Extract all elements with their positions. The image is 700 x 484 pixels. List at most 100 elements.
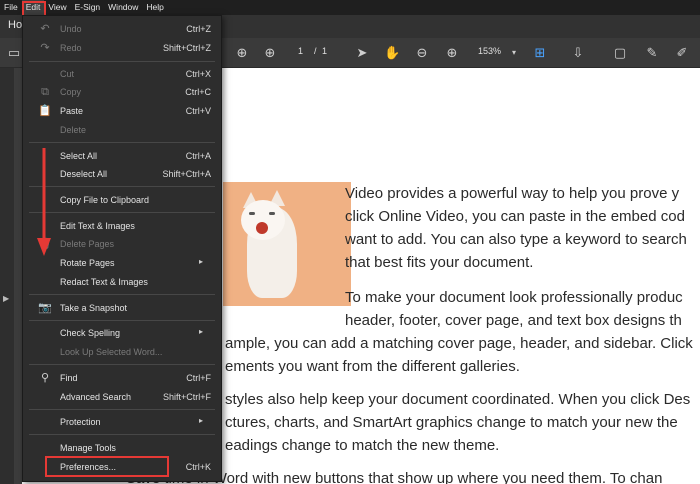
undo-label: Undo	[60, 24, 82, 34]
menu-item-lookup[interactable]: Look Up Selected Word...	[23, 343, 221, 361]
menu-item-snapshot[interactable]: 📷 Take a Snapshot	[23, 299, 221, 317]
draw-icon[interactable]: ✐	[674, 45, 690, 61]
doc-line: Video provides a powerful way to help yo…	[345, 185, 680, 202]
menu-item-rotate-pages[interactable]: Rotate Pages ▸	[23, 254, 221, 272]
manage-tools-label: Manage Tools	[60, 443, 116, 453]
snapshot-label: Take a Snapshot	[60, 303, 128, 313]
left-panel-strip: ▶	[0, 68, 14, 484]
menu-separator	[29, 142, 215, 143]
select-all-label: Select All	[60, 151, 98, 161]
camera-icon: 📷	[38, 302, 52, 314]
menu-item-check-spelling[interactable]: Check Spelling ▸	[23, 324, 221, 342]
page-total: 1	[322, 46, 328, 56]
menu-separator	[29, 186, 215, 187]
page-gutter	[14, 68, 22, 484]
select-all-shortcut: Ctrl+A	[185, 151, 211, 161]
fit-page-icon[interactable]: ⊞	[532, 45, 548, 61]
kitten-eye-left	[249, 212, 255, 215]
doc-line: header, footer, cover page, and text box…	[345, 312, 682, 329]
menu-separator	[29, 320, 215, 321]
deselect-all-label: Deselect All	[60, 169, 108, 179]
menu-item-delete[interactable]: Delete	[23, 121, 221, 139]
submenu-arrow-icon: ▸	[198, 416, 203, 425]
menu-item-redact[interactable]: Redact Text & Images	[23, 273, 221, 291]
menu-item-delete-pages[interactable]: 🗑 Delete Pages	[23, 235, 221, 253]
edit-text-label: Edit Text & Images	[60, 221, 135, 231]
menu-item-find[interactable]: ⚲ Find Ctrl+F	[23, 369, 221, 387]
highlight-pen-icon[interactable]: ✎	[644, 45, 660, 61]
menu-separator	[29, 61, 215, 62]
menu-item-undo[interactable]: ↶ Undo Ctrl+Z	[23, 20, 221, 38]
rotate-pages-label: Rotate Pages	[60, 258, 115, 268]
advanced-search-shortcut: Shift+Ctrl+F	[162, 392, 211, 402]
deselect-all-shortcut: Shift+Ctrl+A	[162, 169, 211, 179]
doc-line: ements you want from the different galle…	[225, 358, 520, 375]
submenu-arrow-icon: ▸	[198, 327, 203, 336]
copy-file-label: Copy File to Clipboard	[60, 195, 150, 205]
advanced-search-label: Advanced Search	[60, 392, 132, 402]
select-cursor-icon[interactable]: ➤	[354, 45, 370, 61]
preferences-shortcut: Ctrl+K	[185, 462, 211, 472]
doc-line: want to add. You can also type a keyword…	[345, 231, 687, 248]
submenu-arrow-icon: ▸	[198, 257, 203, 266]
menu-esign[interactable]: E-Sign	[71, 0, 105, 15]
find-shortcut: Ctrl+F	[186, 373, 211, 383]
comment-icon[interactable]: ▢	[612, 45, 628, 61]
cut-shortcut: Ctrl+X	[185, 69, 211, 79]
kitten-eye-right	[269, 212, 275, 215]
zoom-level[interactable]: 153%	[478, 46, 501, 56]
prev-page-icon[interactable]: ⊕	[234, 45, 250, 61]
undo-shortcut: Ctrl+Z	[186, 24, 211, 34]
menu-help[interactable]: Help	[142, 0, 167, 15]
menu-window[interactable]: Window	[104, 0, 142, 15]
menu-item-deselect-all[interactable]: Deselect All Shift+Ctrl+A	[23, 165, 221, 183]
preferences-highlight	[45, 456, 169, 477]
zoom-dropdown-icon[interactable]: ▾	[506, 45, 522, 61]
redo-shortcut: Shift+Ctrl+Z	[162, 43, 211, 53]
kitten-head	[241, 200, 285, 240]
page-separator: /	[314, 46, 317, 56]
tab-home[interactable]: Ho	[8, 19, 22, 31]
menu-separator	[29, 409, 215, 410]
menu-item-paste[interactable]: 📋 Paste Ctrl+V	[23, 102, 221, 120]
doc-line: ample, you can add a matching cover page…	[225, 335, 693, 352]
doc-line: ctures, charts, and SmartArt graphics ch…	[225, 414, 678, 431]
doc-line: eadings change to match the new theme.	[225, 437, 500, 454]
delete-label: Delete	[60, 125, 87, 135]
save-icon[interactable]: ▭	[6, 45, 22, 61]
scroll-mode-icon[interactable]: ⇩	[570, 45, 586, 61]
check-spelling-label: Check Spelling	[60, 328, 121, 338]
delete-pages-label: Delete Pages	[60, 239, 115, 249]
edit-menu: ↶ Undo Ctrl+Z ↷ Redo Shift+Ctrl+Z Cut Ct…	[22, 15, 222, 482]
kitten-image	[223, 182, 351, 306]
copy-icon: ⧉	[41, 86, 49, 98]
menu-file[interactable]: File	[0, 0, 22, 15]
redo-label: Redo	[60, 43, 82, 53]
menu-item-redo[interactable]: ↷ Redo Shift+Ctrl+Z	[23, 39, 221, 57]
zoom-in-icon[interactable]: ⊕	[444, 45, 460, 61]
expand-panel-icon[interactable]: ▶	[3, 294, 9, 303]
zoom-out-icon[interactable]: ⊖	[414, 45, 430, 61]
menu-separator	[29, 212, 215, 213]
protection-label: Protection	[60, 417, 101, 427]
menu-item-copy[interactable]: ⧉ Copy Ctrl+C	[23, 83, 221, 101]
page-current[interactable]: 1	[298, 46, 303, 56]
hand-tool-icon[interactable]: ✋	[384, 45, 400, 61]
menu-item-select-all[interactable]: Select All Ctrl+A	[23, 147, 221, 165]
menu-bar: File Edit View E-Sign Window Help	[0, 0, 700, 15]
menu-item-advanced-search[interactable]: Advanced Search Shift+Ctrl+F	[23, 388, 221, 406]
menu-view[interactable]: View	[44, 0, 70, 15]
doc-line: that best fits your document.	[345, 254, 534, 271]
redact-label: Redact Text & Images	[60, 277, 148, 287]
menu-item-cut[interactable]: Cut Ctrl+X	[23, 65, 221, 83]
menu-item-protection[interactable]: Protection ▸	[23, 413, 221, 431]
clipboard-icon: 📋	[38, 105, 52, 117]
doc-line: click Online Video, you can paste in the…	[345, 208, 685, 225]
menu-separator	[29, 434, 215, 435]
menu-separator	[29, 364, 215, 365]
cut-label: Cut	[60, 69, 75, 79]
next-page-icon[interactable]: ⊕	[262, 45, 278, 61]
menu-item-manage-tools[interactable]: Manage Tools	[23, 439, 221, 457]
menu-item-copy-file[interactable]: Copy File to Clipboard	[23, 191, 221, 209]
menu-item-edit-text[interactable]: Edit Text & Images	[23, 217, 221, 235]
